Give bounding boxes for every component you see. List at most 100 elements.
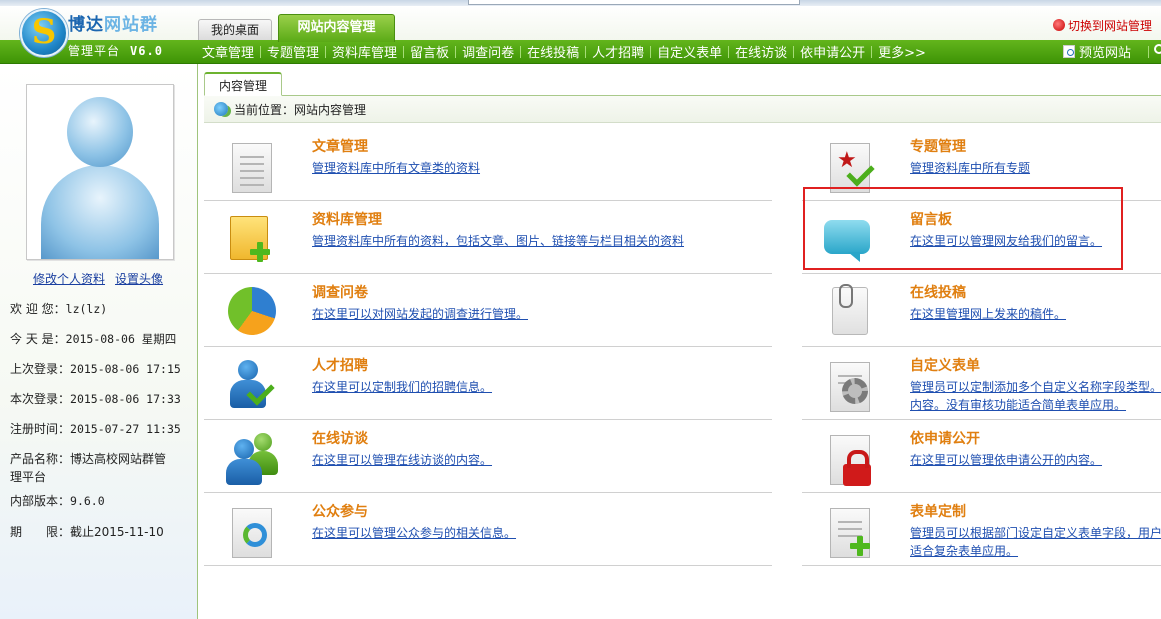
nav-item-submission[interactable]: 在线投稿 xyxy=(521,42,585,61)
logout-icon[interactable] xyxy=(1154,44,1161,54)
card-desc-link[interactable]: 在这里可以管理在线访谈的内容。 xyxy=(312,451,492,469)
card-desc-link[interactable]: 在这里可以对网站发起的调查进行管理。 xyxy=(312,305,528,323)
card-library-manage[interactable]: 资料库管理 管理资料库中所有的资料，包括文章、图片、链接等与栏目相关的资料 xyxy=(204,198,772,272)
info-value: 2015-08-06 17:15 xyxy=(70,362,181,376)
card-desc-link[interactable]: 管理员可以根据部门设定自定义表单字段，用户 适合复杂表单应用。 xyxy=(910,524,1161,560)
document-icon xyxy=(224,139,278,193)
card-title[interactable]: 自定义表单 xyxy=(910,355,980,375)
version-label: V6.0 xyxy=(130,44,163,58)
card-recruit[interactable]: 人才招聘 在这里可以定制我们的招聘信息。 xyxy=(204,344,772,418)
nav-item-more[interactable]: 更多>> xyxy=(872,42,932,61)
nav-item-guestbook[interactable]: 留言板 xyxy=(404,42,455,61)
info-key: 注册时间： xyxy=(10,422,71,436)
info-welcome: 欢 迎 您：lz(lz) xyxy=(10,300,190,318)
logo-sub-label: 管理平台 xyxy=(68,44,121,58)
nav-item-recruit[interactable]: 人才招聘 xyxy=(586,42,650,61)
location-icon xyxy=(214,102,228,116)
card-survey[interactable]: 调查问卷 在这里可以对网站发起的调查进行管理。 xyxy=(204,271,772,345)
paperclip-icon xyxy=(822,284,876,339)
info-value: 2015-08-06 17:33 xyxy=(70,392,181,406)
nav-item-articles[interactable]: 文章管理 xyxy=(196,42,260,61)
nav-item-library[interactable]: 资料库管理 xyxy=(326,42,403,61)
card-title[interactable]: 在线投稿 xyxy=(910,282,966,302)
tab-site-content[interactable]: 网站内容管理 xyxy=(278,14,395,42)
logo-title-main: 博达 xyxy=(68,15,104,35)
card-title[interactable]: 表单定制 xyxy=(910,501,966,521)
card-desc-link[interactable]: 在这里可以管理依申请公开的内容。 xyxy=(910,451,1102,469)
info-value: 截止2015-11-10 xyxy=(70,525,164,539)
card-title[interactable]: 文章管理 xyxy=(312,136,368,156)
card-desc-link[interactable]: 管理资料库中所有专题 xyxy=(910,159,1030,177)
set-avatar-link[interactable]: 设置头像 xyxy=(115,272,163,286)
info-expiry: 期 限：截止2015-11-10 xyxy=(10,523,190,541)
row-divider xyxy=(204,565,772,566)
card-public-participation[interactable]: 公众参与 在这里可以管理公众参与的相关信息。 xyxy=(204,490,772,564)
nav-item-survey[interactable]: 调查问卷 xyxy=(456,42,520,61)
unlock-icon xyxy=(822,431,876,486)
app-header xyxy=(0,6,1161,40)
card-title[interactable]: 调查问卷 xyxy=(312,282,368,302)
preview-label: 预览网站 xyxy=(1079,46,1132,61)
card-title[interactable]: 人才招聘 xyxy=(312,355,368,375)
nav-item-custom-form[interactable]: 自定义表单 xyxy=(651,42,728,61)
info-value: lz(lz) xyxy=(65,302,108,316)
card-desc-link[interactable]: 管理资料库中所有的资料，包括文章、图片、链接等与栏目相关的资料 xyxy=(312,232,684,250)
logo-title-accent: 网站群 xyxy=(104,15,158,35)
edit-profile-link[interactable]: 修改个人资料 xyxy=(33,272,105,286)
tab-my-desktop[interactable]: 我的桌面 xyxy=(198,19,272,40)
card-desc-link[interactable]: 在这里可以定制我们的招聘信息。 xyxy=(312,378,492,396)
pie-chart-icon xyxy=(224,285,278,339)
card-title[interactable]: 专题管理 xyxy=(910,136,966,156)
info-today: 今 天 是：2015-08-06 星期四 xyxy=(10,330,190,348)
card-desc-link[interactable]: 在这里可以管理公众参与的相关信息。 xyxy=(312,524,516,542)
breadcrumb: 当前位置：网站内容管理 xyxy=(204,96,1161,123)
card-desc-link[interactable]: 在这里管理网上发来的稿件。 xyxy=(910,305,1066,323)
nav-item-disclosure[interactable]: 依申请公开 xyxy=(794,42,871,61)
info-value: 2015-08-06 星期四 xyxy=(65,332,177,346)
switch-to-site-manage-link[interactable]: 切换到网站管理 xyxy=(1053,16,1152,34)
tab-content-manage[interactable]: 内容管理 xyxy=(204,72,282,96)
switch-link-label: 切换到网站管理 xyxy=(1068,18,1153,33)
card-disclosure-request[interactable]: 依申请公开 在这里可以管理依申请公开的内容。 xyxy=(802,417,1161,491)
card-article-manage[interactable]: 文章管理 管理资料库中所有文章类的资料 xyxy=(204,125,772,199)
info-product-name: 产品名称：博达高校网站群管理平台 xyxy=(10,450,178,486)
nav-menu: 文章管理 专题管理 资料库管理 留言板 调查问卷 在线投稿 人才招聘 自定义表单… xyxy=(196,40,932,63)
form-add-icon xyxy=(822,504,876,558)
card-online-submission[interactable]: 在线投稿 在这里管理网上发来的稿件。 xyxy=(802,271,1161,345)
card-title[interactable]: 在线访谈 xyxy=(312,428,368,448)
card-custom-form[interactable]: 自定义表单 管理员可以定制添加多个自定义名称字段类型。 内容。没有审核功能适合简… xyxy=(802,344,1161,418)
users-icon xyxy=(224,431,278,485)
folder-add-icon xyxy=(224,212,278,266)
info-last-login: 上次登录：2015-08-06 17:15 xyxy=(10,360,190,378)
card-desc-line: 内容。没有审核功能适合简单表单应用。 xyxy=(910,398,1127,412)
preview-icon xyxy=(1063,45,1075,58)
logo-icon: S xyxy=(20,9,68,57)
selection-highlight xyxy=(803,187,1123,270)
card-form-builder[interactable]: 表单定制 管理员可以根据部门设定自定义表单字段，用户 适合复杂表单应用。 xyxy=(802,490,1161,564)
switch-icon xyxy=(1053,19,1065,31)
card-title[interactable]: 资料库管理 xyxy=(312,209,382,229)
info-current-login: 本次登录：2015-08-06 17:33 xyxy=(10,390,190,408)
info-value: 9.6.0 xyxy=(70,494,105,508)
card-title[interactable]: 依申请公开 xyxy=(910,428,980,448)
info-key: 今 天 是： xyxy=(10,332,66,346)
profile-links: 修改个人资料 设置头像 xyxy=(33,270,183,287)
info-build-version: 内部版本：9.6.0 xyxy=(10,492,190,510)
card-online-interview[interactable]: 在线访谈 在这里可以管理在线访谈的内容。 xyxy=(204,417,772,491)
avatar-body xyxy=(41,165,159,259)
nav-item-topics[interactable]: 专题管理 xyxy=(261,42,325,61)
info-key: 上次登录： xyxy=(10,362,71,376)
card-desc-line: 管理员可以定制添加多个自定义名称字段类型。 xyxy=(910,380,1161,394)
card-title[interactable]: 公众参与 xyxy=(312,501,368,521)
avatar-head xyxy=(67,97,133,167)
preview-site-button[interactable]: 预览网站 xyxy=(1063,40,1131,63)
row-divider xyxy=(802,565,1161,566)
refresh-document-icon xyxy=(224,504,278,558)
nav-separator xyxy=(1148,46,1149,58)
info-value: 2015-07-27 11:35 xyxy=(70,422,181,436)
card-desc-link[interactable]: 管理员可以定制添加多个自定义名称字段类型。 内容。没有审核功能适合简单表单应用。 xyxy=(910,378,1161,414)
card-desc-link[interactable]: 管理资料库中所有文章类的资料 xyxy=(312,159,480,177)
nav-item-interview[interactable]: 在线访谈 xyxy=(729,42,793,61)
address-bar[interactable] xyxy=(468,0,800,5)
info-key: 期 限： xyxy=(10,525,71,539)
